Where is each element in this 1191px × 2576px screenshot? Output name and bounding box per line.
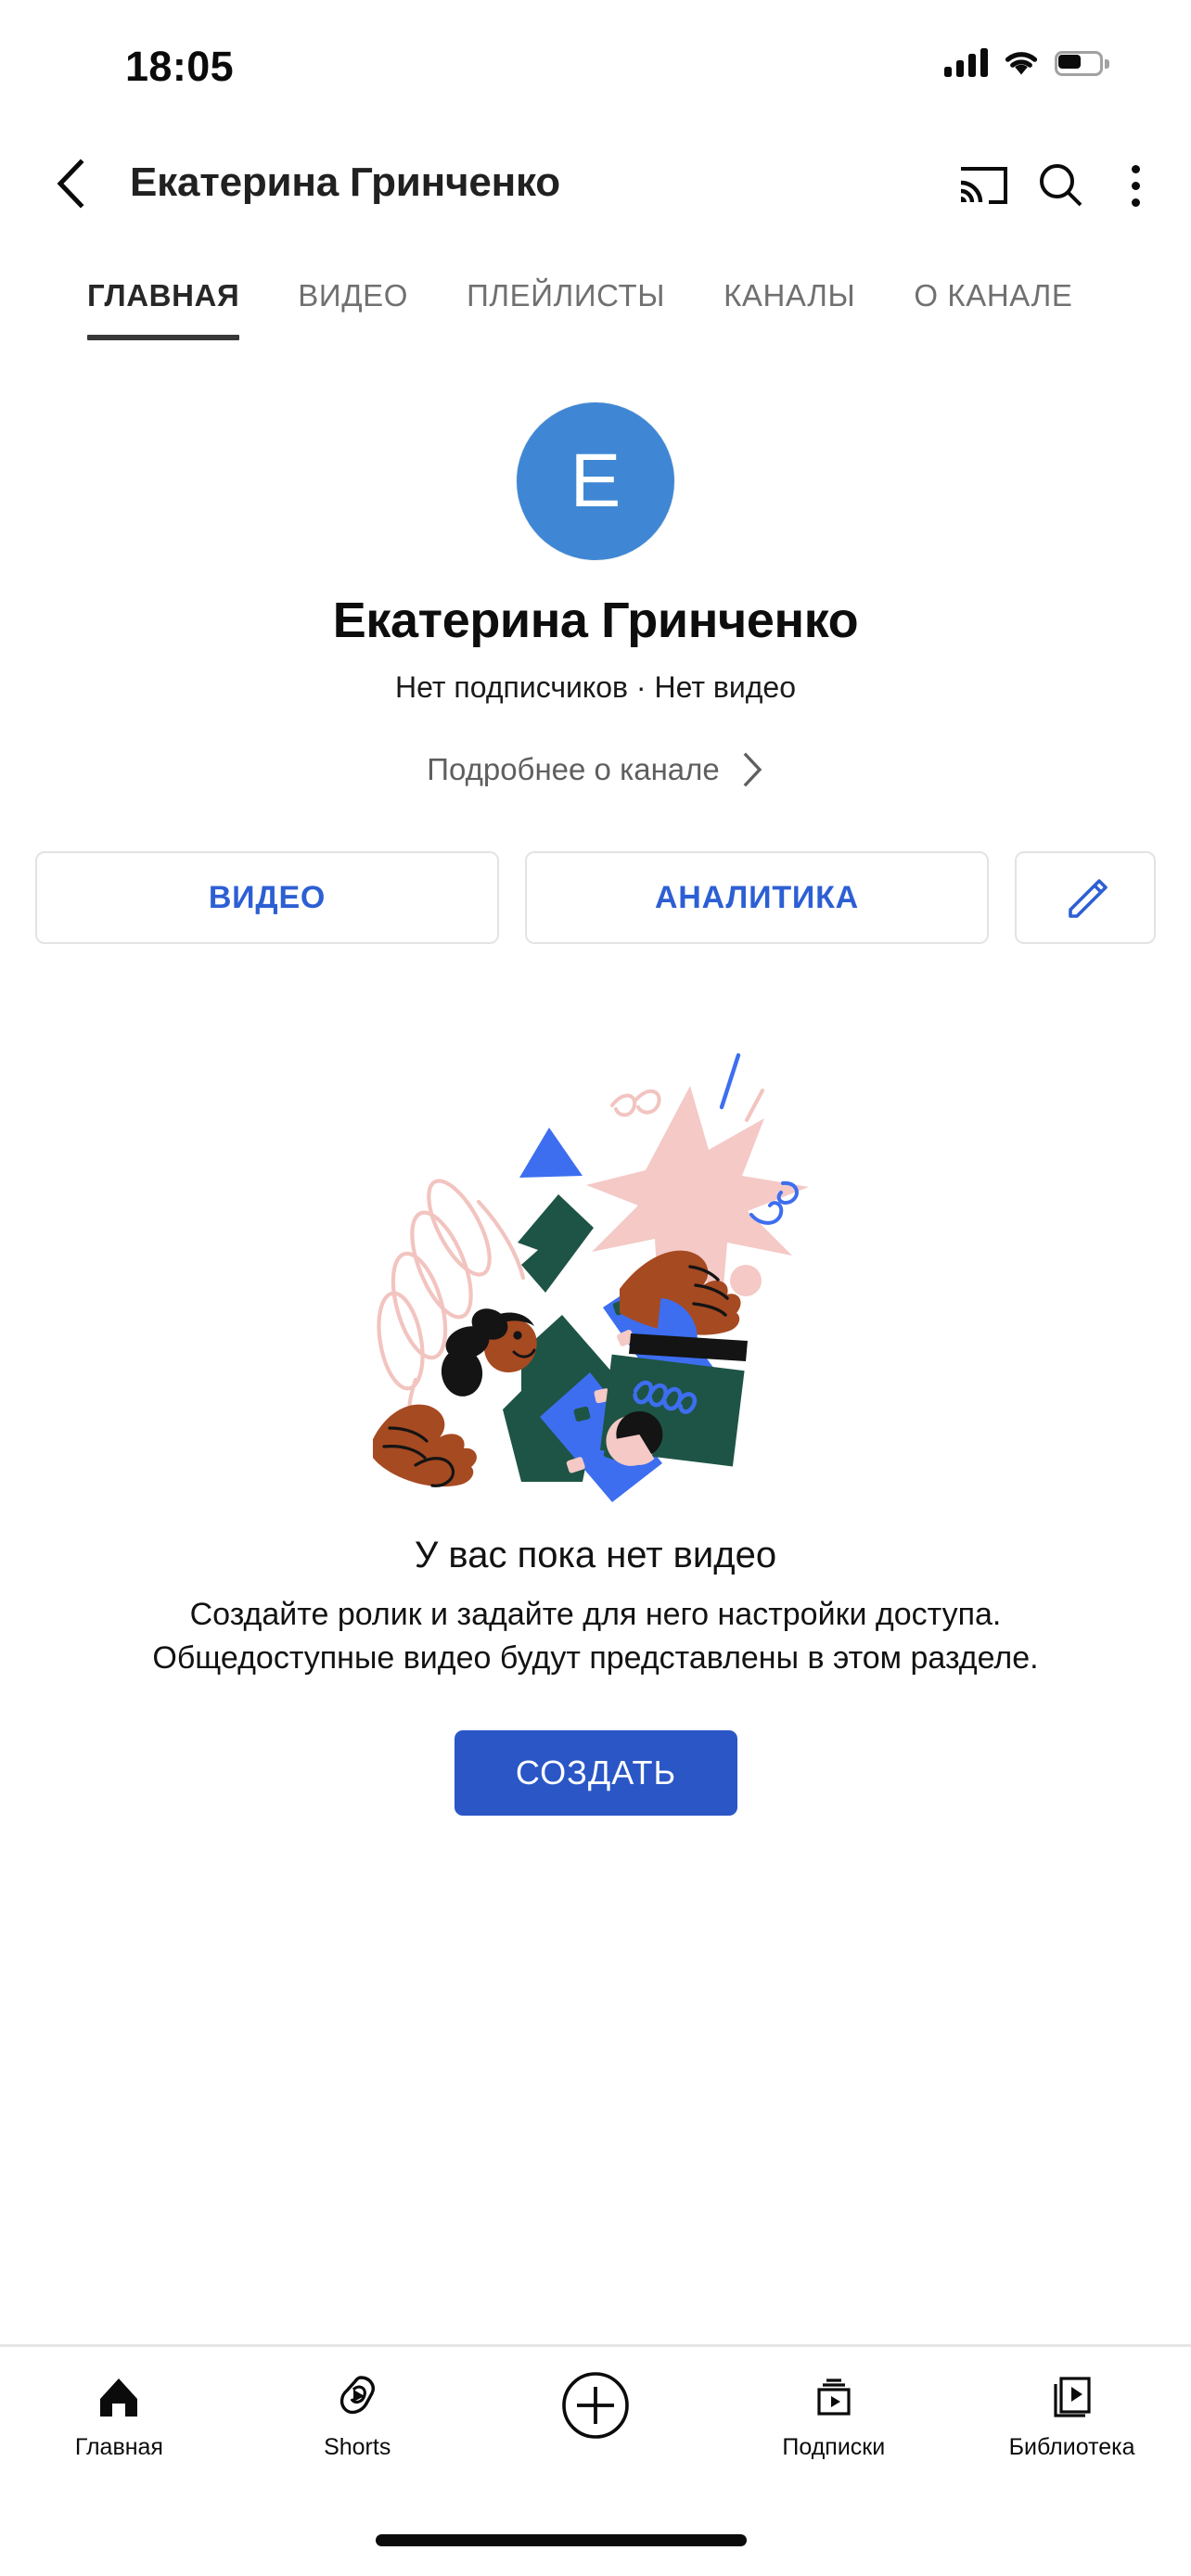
edit-channel-button[interactable] bbox=[1015, 851, 1156, 944]
nav-item-home[interactable]: Главная bbox=[0, 2347, 238, 2461]
nav-label-library: Библиотека bbox=[1008, 2434, 1135, 2460]
nav-item-subscriptions[interactable]: Подписки bbox=[714, 2347, 953, 2461]
tab-home[interactable]: ГЛАВНАЯ bbox=[87, 267, 240, 340]
videos-button[interactable]: ВИДЕО bbox=[35, 851, 499, 944]
nav-item-create[interactable] bbox=[477, 2347, 715, 2455]
empty-state-description-line1: Создайте ролик и задайте для него настро… bbox=[189, 1597, 1002, 1632]
bottom-navigation: Главная Shorts Подписки Библиотека bbox=[0, 2347, 1191, 2516]
channel-details-label: Подробнее о канале bbox=[427, 752, 720, 786]
status-bar: 18:05 bbox=[0, 0, 1191, 102]
status-indicators bbox=[944, 45, 1109, 82]
empty-state-description-line2: Общедоступные видео будут представлены в… bbox=[152, 1639, 1039, 1676]
empty-state-title: У вас пока нет видео bbox=[414, 1535, 777, 1575]
nav-item-library[interactable]: Библиотека bbox=[953, 2347, 1191, 2461]
status-time: 18:05 bbox=[125, 43, 235, 90]
nav-label-subscriptions: Подписки bbox=[782, 2434, 886, 2460]
overflow-menu-button[interactable] bbox=[1100, 147, 1171, 224]
header-actions bbox=[944, 147, 1171, 224]
channel-tabs[interactable]: ГЛАВНАЯ ВИДЕО ПЛЕЙЛИСТЫ КАНАЛЫ О КАНАЛЕ bbox=[0, 267, 1191, 351]
home-icon bbox=[100, 2378, 138, 2417]
tab-playlists[interactable]: ПЛЕЙЛИСТЫ bbox=[467, 267, 665, 325]
empty-state-description: Создайте ролик и задайте для него настро… bbox=[0, 1593, 1191, 1680]
app-screen: 18:05 Екатерина Гринченко ГЛАВНАЯ ВИДЕО … bbox=[0, 0, 1191, 2576]
search-button[interactable] bbox=[1022, 147, 1100, 224]
cast-button[interactable] bbox=[944, 147, 1022, 224]
no-videos-illustration bbox=[364, 1046, 827, 1528]
plus-circle-icon bbox=[562, 2372, 629, 2439]
nav-label-home: Главная bbox=[74, 2434, 163, 2460]
triangle-shape bbox=[519, 1128, 583, 1178]
wifi-icon bbox=[1005, 52, 1038, 75]
header-title: Екатерина Гринченко bbox=[130, 159, 560, 205]
library-icon bbox=[1053, 2377, 1091, 2417]
cellular-signal-icon bbox=[944, 48, 988, 77]
nav-item-shorts[interactable]: Shorts bbox=[238, 2347, 477, 2461]
home-indicator bbox=[376, 2534, 747, 2546]
avatar[interactable]: E bbox=[517, 402, 674, 560]
chevron-right-icon bbox=[743, 752, 762, 787]
channel-details-link[interactable]: Подробнее о канале bbox=[0, 751, 1191, 788]
back-button[interactable] bbox=[35, 148, 106, 219]
channel-action-buttons: ВИДЕО АНАЛИТИКА bbox=[35, 851, 1156, 944]
search-icon bbox=[1040, 164, 1082, 207]
app-header: Екатерина Гринченко bbox=[0, 128, 1191, 239]
shorts-icon bbox=[340, 2376, 376, 2415]
battery-icon bbox=[1055, 50, 1109, 76]
tab-videos[interactable]: ВИДЕО bbox=[298, 267, 408, 325]
cast-icon bbox=[960, 167, 1007, 204]
channel-meta: Нет подписчиков · Нет видео bbox=[395, 670, 796, 704]
tab-channels[interactable]: КАНАЛЫ bbox=[724, 267, 855, 325]
more-vertical-icon bbox=[1131, 164, 1140, 207]
pencil-icon bbox=[1069, 879, 1108, 918]
create-button[interactable]: СОЗДАТЬ bbox=[455, 1730, 737, 1816]
nav-label-shorts: Shorts bbox=[324, 2434, 391, 2460]
analytics-button[interactable]: АНАЛИТИКА bbox=[525, 851, 989, 944]
subscriptions-icon bbox=[817, 2378, 851, 2416]
tab-about[interactable]: О КАНАЛЕ bbox=[914, 267, 1072, 325]
chevron-left-icon bbox=[57, 159, 84, 209]
channel-display-name: Екатерина Гринченко bbox=[332, 593, 859, 648]
